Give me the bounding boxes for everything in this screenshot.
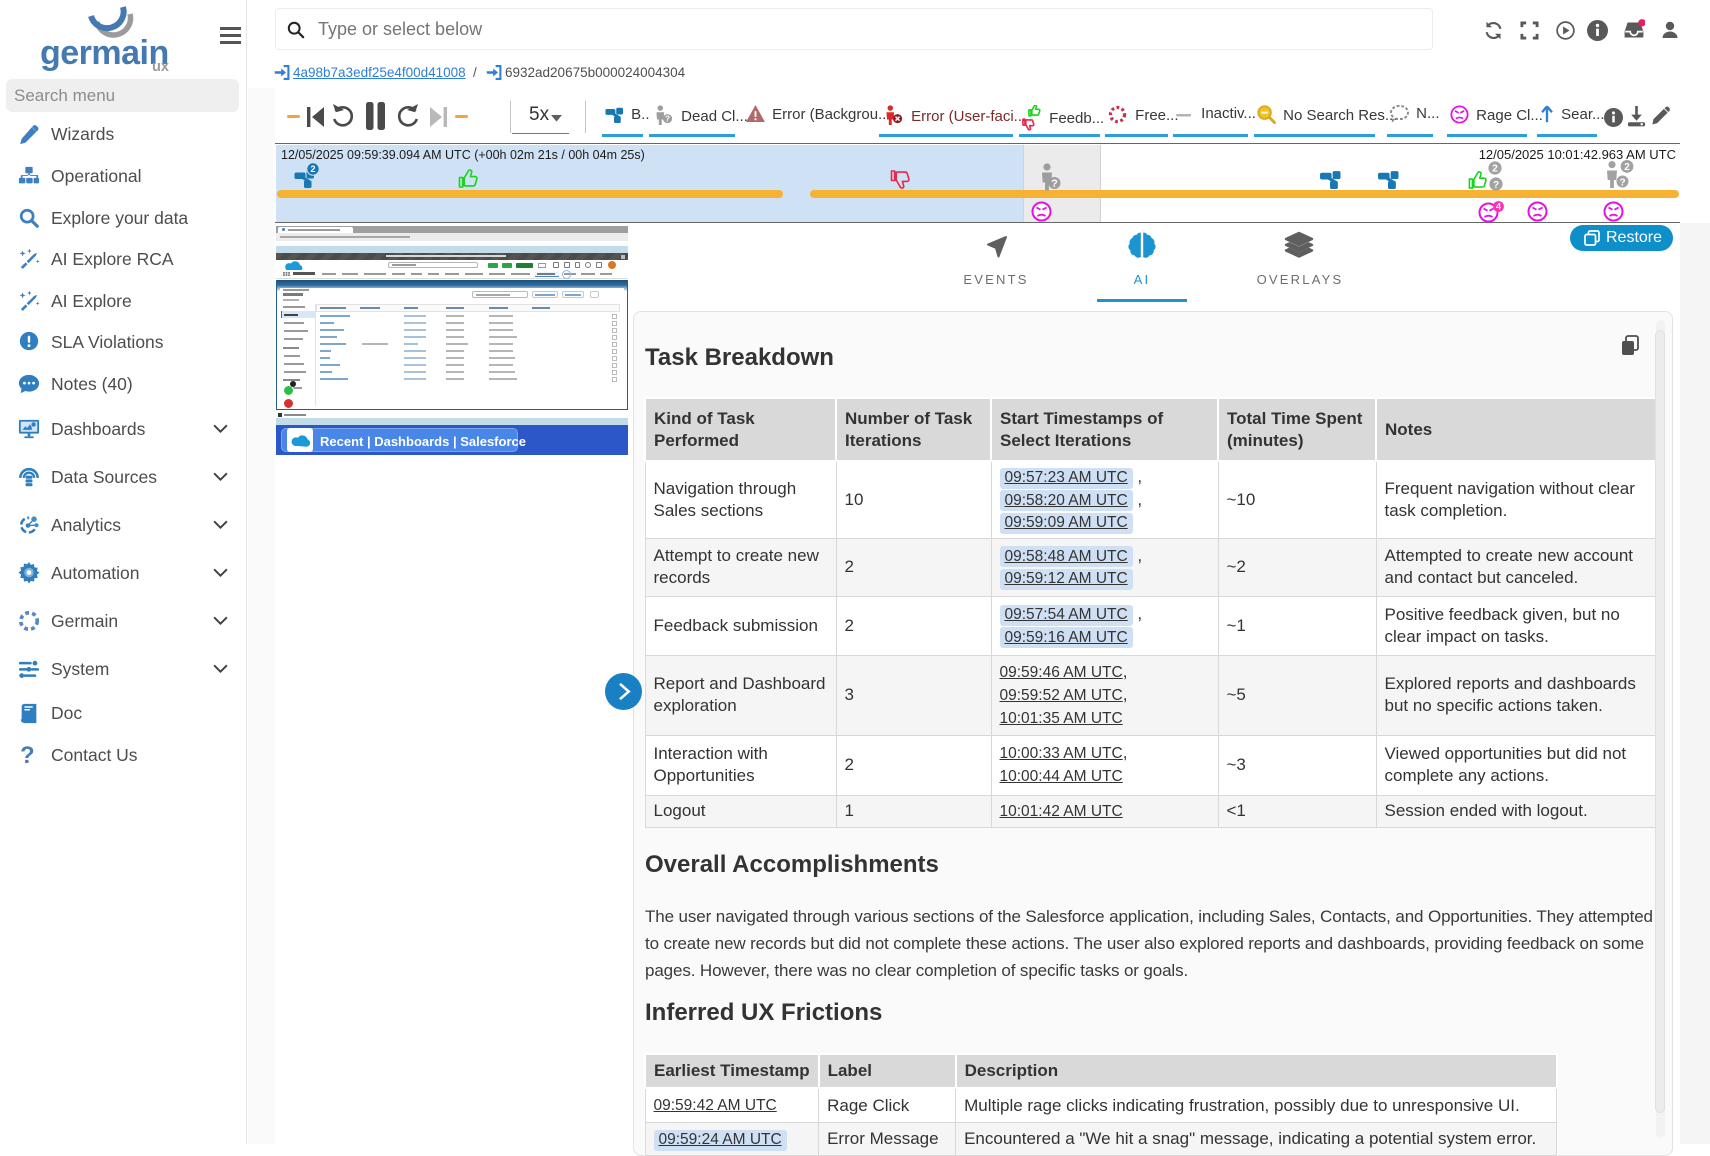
svg-text:?: ?: [1051, 178, 1058, 190]
svg-text:4: 4: [1496, 202, 1501, 212]
svg-text:2: 2: [310, 164, 315, 174]
svg-text:2: 2: [1492, 163, 1498, 174]
svg-text:2: 2: [1624, 162, 1630, 173]
svg-text:?: ?: [1619, 177, 1625, 188]
svg-text:?: ?: [1493, 180, 1499, 191]
svg-text:?: ?: [665, 115, 670, 124]
